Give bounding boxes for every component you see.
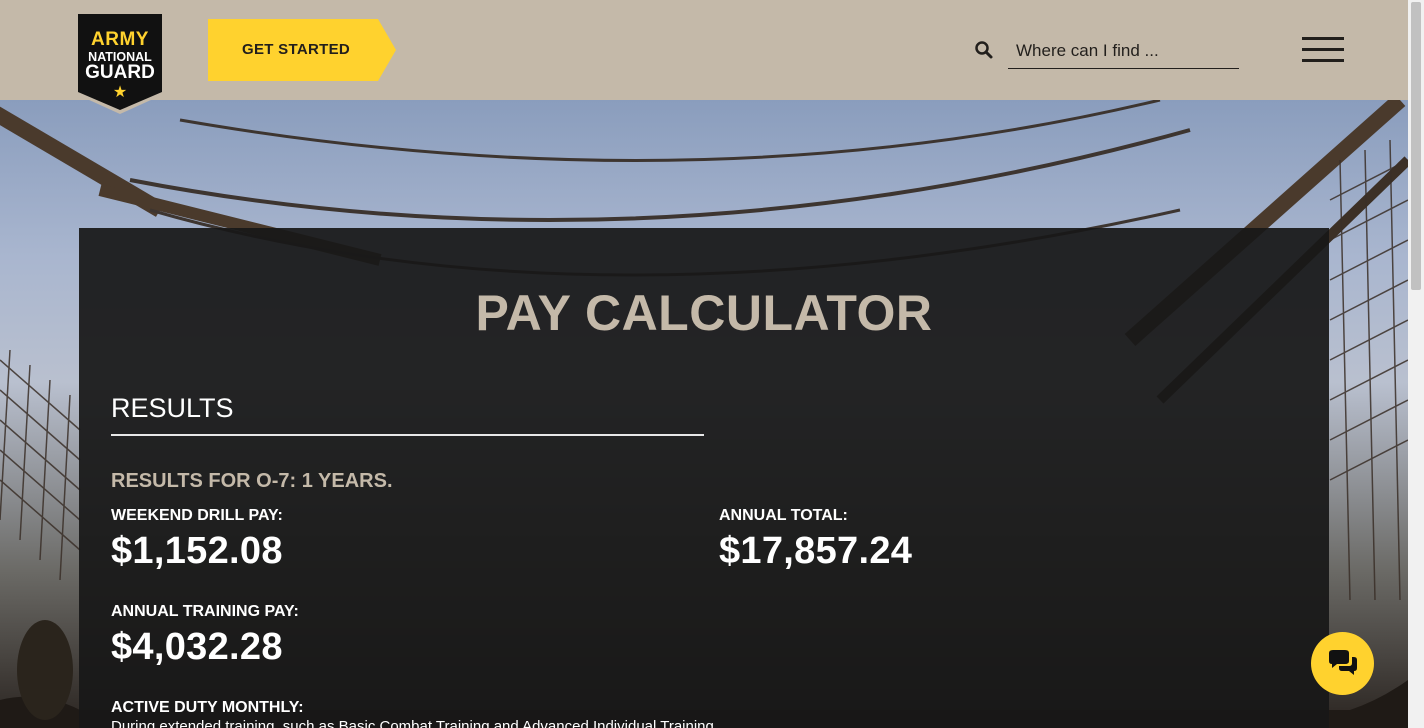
annual-total-label: ANNUAL TOTAL: bbox=[719, 507, 848, 524]
logo-army-text: ARMY bbox=[91, 29, 149, 50]
chat-bubbles-icon bbox=[1329, 650, 1357, 675]
logo-guard-text: GUARD bbox=[85, 62, 155, 83]
annual-training-pay-label: ANNUAL TRAINING PAY: bbox=[111, 603, 299, 620]
active-duty-monthly-label: ACTIVE DUTY MONTHLY: bbox=[111, 699, 304, 716]
weekend-drill-pay-label: WEEKEND DRILL PAY: bbox=[111, 507, 283, 524]
weekend-drill-pay-amount: $1,152.08 bbox=[111, 530, 283, 572]
logo-star-icon: ★ bbox=[112, 84, 128, 101]
army-national-guard-logo[interactable]: ARMY NATIONAL GUARD ★ bbox=[76, 14, 164, 124]
page-scrollbar-thumb[interactable] bbox=[1411, 2, 1421, 290]
get-started-button[interactable]: GET STARTED bbox=[208, 19, 396, 81]
search-icon[interactable] bbox=[974, 40, 994, 60]
hamburger-menu-icon[interactable] bbox=[1302, 37, 1344, 63]
site-header: ARMY NATIONAL GUARD ★ GET STARTED bbox=[0, 0, 1408, 114]
annual-total-amount: $17,857.24 bbox=[719, 530, 913, 572]
get-started-label: GET STARTED bbox=[241, 41, 351, 58]
search-input[interactable] bbox=[1008, 33, 1239, 69]
results-divider bbox=[111, 434, 704, 436]
page-title: PAY CALCULATOR bbox=[475, 285, 933, 341]
annual-training-pay-amount: $4,032.28 bbox=[111, 626, 283, 668]
results-heading: RESULTS bbox=[111, 393, 234, 423]
active-duty-note: During extended training, such as Basic … bbox=[111, 718, 714, 728]
chat-button[interactable] bbox=[1311, 632, 1374, 695]
results-for-text: RESULTS FOR O-7: 1 YEARS. bbox=[111, 470, 393, 492]
